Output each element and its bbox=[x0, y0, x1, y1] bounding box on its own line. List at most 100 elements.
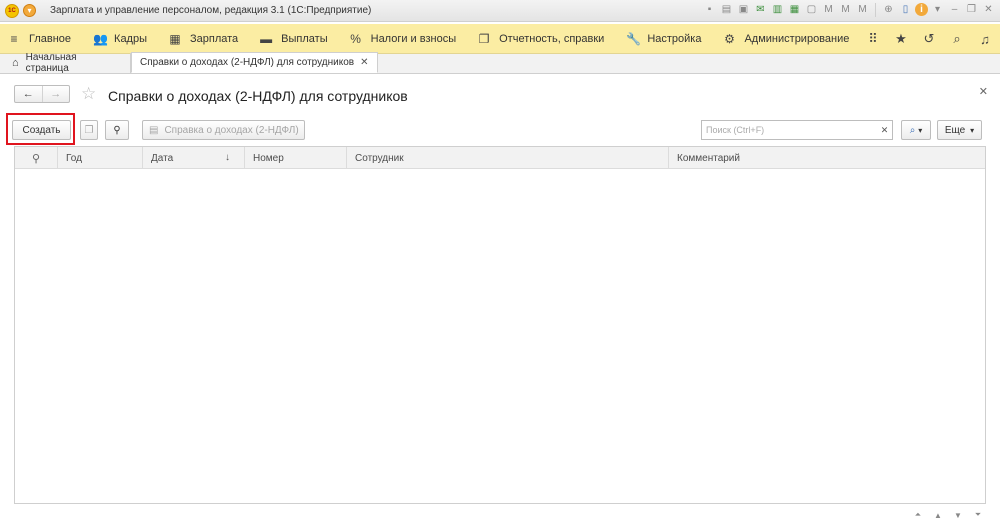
app-menu-button[interactable]: ▾ bbox=[23, 4, 36, 17]
preview-icon[interactable]: ▣ bbox=[736, 2, 751, 17]
search-clear-icon[interactable]: ✕ bbox=[877, 120, 893, 140]
section-label: Отчетность, справки bbox=[499, 32, 605, 45]
section-main[interactable]: ≡ Главное bbox=[0, 24, 79, 54]
scroll-last-icon[interactable]: ⏷ bbox=[968, 509, 988, 521]
section-reports[interactable]: ❐ Отчетность, справки bbox=[470, 24, 612, 54]
titlebar-icons: ▪ ▤ ▣ ✉ ▥ ▦ ▢ M M M ⊕ ▯ i ▾ – ❐ ✕ bbox=[702, 2, 996, 17]
open-windows-tabs: ⌂ Начальная страница Справки о доходах (… bbox=[0, 52, 1000, 74]
percent-icon: % bbox=[350, 31, 361, 46]
memory-mplus-icon[interactable]: M bbox=[838, 2, 853, 17]
gear-icon: ⚙ bbox=[724, 31, 735, 46]
panel-icon[interactable]: ▯ bbox=[898, 2, 913, 17]
close-form-icon[interactable]: ✕ bbox=[979, 85, 988, 98]
search-input[interactable]: Поиск (Ctrl+F) bbox=[701, 120, 878, 140]
more-button[interactable]: Еще ▾ bbox=[937, 120, 982, 140]
print-certificate-label: Справка о доходах (2-НДФЛ) bbox=[164, 124, 299, 136]
hamburger-icon: ≡ bbox=[10, 31, 18, 46]
search-button[interactable]: ⌕ ▾ bbox=[901, 120, 931, 140]
section-label: Зарплата bbox=[190, 32, 239, 45]
column-employee[interactable]: Сотрудник bbox=[347, 147, 669, 169]
column-label: Дата bbox=[151, 152, 174, 164]
minimize-icon[interactable]: – bbox=[947, 2, 962, 17]
tab-home[interactable]: ⌂ Начальная страница bbox=[0, 52, 131, 74]
section-administration[interactable]: ⚙ Администрирование bbox=[715, 24, 857, 54]
app-logo-icon: 1С bbox=[5, 3, 19, 18]
calendar-icon[interactable]: ▢ bbox=[804, 2, 819, 17]
zoom-icon[interactable]: ⊕ bbox=[881, 2, 896, 17]
favorite-star-icon[interactable]: ☆ bbox=[81, 84, 96, 104]
section-staff[interactable]: 👥 Кадры bbox=[85, 24, 155, 54]
memory-m-icon[interactable]: M bbox=[821, 2, 836, 17]
section-settings[interactable]: 🔧 Настройка bbox=[618, 24, 709, 54]
section-label: Выплаты bbox=[281, 32, 328, 45]
history-nav-buttons: ← → bbox=[14, 85, 70, 103]
sort-descending-icon: ↓ bbox=[225, 152, 230, 163]
column-label: Номер bbox=[253, 152, 284, 164]
magnifier-icon: ⌕ bbox=[909, 124, 916, 136]
tab-label: Справки о доходах (2-НДФЛ) для сотрудник… bbox=[140, 57, 355, 68]
mail-icon[interactable]: ✉ bbox=[753, 2, 768, 17]
history-icon[interactable]: ↺ bbox=[922, 31, 936, 47]
scroll-up-icon[interactable]: ▲ bbox=[928, 509, 948, 521]
section-label: Главное bbox=[29, 32, 72, 45]
wrench-icon: 🔧 bbox=[626, 31, 642, 46]
titlebar-separator bbox=[875, 3, 876, 17]
all-functions-grid-icon[interactable]: ⠿ bbox=[866, 31, 880, 47]
column-label: Комментарий bbox=[677, 152, 740, 164]
report-icon: ❐ bbox=[478, 31, 490, 46]
paperclip-column-icon: ⚲ bbox=[31, 152, 41, 165]
help-dropdown-icon[interactable]: ▾ bbox=[930, 2, 945, 17]
scroll-first-icon[interactable]: ⏶ bbox=[908, 509, 928, 521]
print-icon[interactable]: ▤ bbox=[719, 2, 734, 17]
spreadsheet-icon[interactable]: ▦ bbox=[787, 2, 802, 17]
sections-right-tools: ⠿ ★ ↺ ⌕ ♫ bbox=[866, 24, 992, 54]
section-taxes[interactable]: % Налоги и взносы bbox=[342, 24, 465, 54]
home-icon: ⌂ bbox=[12, 57, 19, 69]
favorites-star-icon[interactable]: ★ bbox=[894, 31, 908, 47]
column-attachment[interactable]: ⚲ bbox=[15, 147, 58, 169]
section-payments[interactable]: ▬ Выплаты bbox=[252, 24, 335, 54]
section-label: Администрирование bbox=[744, 32, 850, 45]
section-label: Настройка bbox=[647, 32, 702, 45]
certificates-table[interactable]: ⚲ Год Дата ↓ Номер Сотрудник Комментарий bbox=[14, 146, 986, 504]
back-arrow-icon[interactable]: ← bbox=[15, 86, 42, 102]
attach-button[interactable]: ⚲ bbox=[105, 120, 129, 140]
table-scroll-nav: ⏶ ▲ ▼ ⏷ bbox=[908, 509, 988, 521]
column-comment[interactable]: Комментарий bbox=[669, 147, 985, 169]
staff-icon: 👥 bbox=[93, 31, 108, 46]
copy-icon: ❐ bbox=[84, 124, 94, 136]
save-icon[interactable]: ▪ bbox=[702, 2, 717, 17]
column-year[interactable]: Год bbox=[58, 147, 143, 169]
more-dropdown-icon: ▾ bbox=[970, 125, 975, 135]
search-dropdown-icon: ▾ bbox=[918, 125, 923, 135]
more-label: Еще bbox=[944, 124, 966, 136]
notifications-bell-icon[interactable]: ♫ bbox=[978, 32, 992, 47]
forward-arrow-icon[interactable]: → bbox=[41, 86, 70, 102]
copy-button[interactable]: ❐ bbox=[80, 120, 98, 140]
create-button-highlight bbox=[6, 113, 75, 145]
memory-mminus-icon[interactable]: M bbox=[855, 2, 870, 17]
tab-label: Начальная страница bbox=[25, 52, 77, 74]
info-icon[interactable]: i bbox=[915, 3, 928, 16]
section-salary[interactable]: ▦ Зарплата bbox=[161, 24, 246, 54]
page-title: Справки о доходах (2-НДФЛ) для сотрудник… bbox=[108, 88, 408, 104]
close-tab-icon[interactable]: ✕ bbox=[360, 57, 368, 68]
column-number[interactable]: Номер bbox=[245, 147, 347, 169]
sections-panel: ≡ Главное 👥 Кадры ▦ Зарплата ▬ Выплаты %… bbox=[0, 24, 1000, 54]
table-header: ⚲ Год Дата ↓ Номер Сотрудник Комментарий bbox=[15, 147, 985, 169]
tab-income-certificates[interactable]: Справки о доходах (2-НДФЛ) для сотрудник… bbox=[131, 52, 378, 73]
column-label: Год bbox=[66, 152, 82, 164]
paperclip-icon: ⚲ bbox=[113, 124, 121, 136]
attach-icon[interactable]: ▥ bbox=[770, 2, 785, 17]
printer-icon: ▤ bbox=[149, 124, 159, 136]
maximize-icon[interactable]: ❐ bbox=[964, 2, 979, 17]
window-titlebar: 1С ▾ Зарплата и управление персоналом, р… bbox=[0, 0, 1000, 22]
search-icon[interactable]: ⌕ bbox=[950, 31, 964, 47]
scroll-down-icon[interactable]: ▼ bbox=[948, 509, 968, 521]
column-label: Сотрудник bbox=[355, 152, 404, 164]
section-label: Кадры bbox=[114, 32, 147, 45]
calculator-icon: ▦ bbox=[169, 31, 181, 46]
column-date[interactable]: Дата ↓ bbox=[143, 147, 245, 169]
close-window-icon[interactable]: ✕ bbox=[981, 2, 996, 17]
print-certificate-button[interactable]: ▤ Справка о доходах (2-НДФЛ) bbox=[142, 120, 305, 140]
